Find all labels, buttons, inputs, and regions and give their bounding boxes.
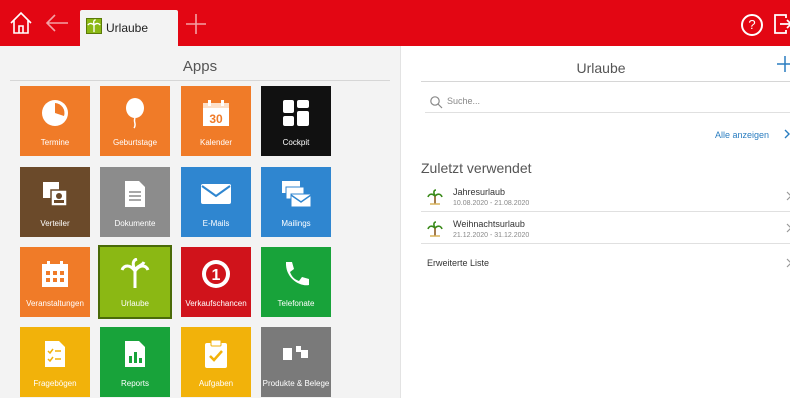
app-tile-veranstaltungen[interactable]: Veranstaltungen [20, 247, 90, 317]
contacts-stack-icon [20, 177, 90, 211]
top-bar: Urlaube ? [0, 0, 790, 46]
app-tile-label: Veranstaltungen [26, 299, 84, 308]
add-tab-icon[interactable] [184, 12, 208, 36]
app-tile-label: Telefonate [277, 299, 315, 308]
item-name: Jahresurlaub [453, 187, 506, 197]
app-tile-label: Geburtstage [112, 138, 158, 147]
detail-panel: Urlaube Suche... Alle anzeigen Zuletzt v… [400, 46, 790, 398]
circled-one-icon: 1 [181, 257, 251, 291]
envelope-icon [181, 177, 251, 211]
item-dates: 10.08.2020 - 21.08.2020 [453, 200, 530, 207]
home-icon[interactable] [8, 10, 34, 36]
search-placeholder: Suche... [447, 96, 481, 106]
svg-text:30: 30 [209, 112, 223, 126]
bar-chart-icon [100, 337, 170, 371]
app-tile-kalender[interactable]: 30 Kalender [181, 86, 251, 156]
search-icon [430, 96, 443, 109]
apps-panel: Apps Termine Geburtstage 30 Kalender Cockpit… [0, 46, 400, 398]
app-tile-label: Verkaufschancen [185, 299, 247, 308]
divider [10, 80, 390, 81]
search-input[interactable]: Suche... [425, 92, 790, 113]
app-tile-label: Produkte & Belege [262, 379, 330, 388]
item-name: Weihnachtsurlaub [453, 219, 525, 229]
app-tile-label: Mailings [281, 219, 311, 228]
add-icon[interactable] [776, 55, 790, 73]
list-item[interactable]: Jahresurlaub 10.08.2020 - 21.08.2020 [421, 184, 790, 212]
panel-title: Urlaube [576, 60, 626, 76]
logout-icon[interactable] [772, 12, 790, 36]
palm-tree-icon [86, 18, 102, 34]
extended-list-label: Erweiterte Liste [427, 258, 490, 268]
chevron-right-icon [786, 191, 790, 201]
app-tile-e-mails[interactable]: E-Mails [181, 167, 251, 237]
apps-title: Apps [182, 58, 218, 75]
app-tile-label: E-Mails [202, 219, 230, 228]
app-tile-telefonate[interactable]: Telefonate [261, 247, 331, 317]
recent-heading: Zuletzt verwendet [421, 160, 532, 176]
app-tile-urlaube[interactable]: Urlaube [98, 245, 172, 319]
document-icon [100, 177, 170, 211]
help-icon[interactable]: ? [741, 14, 763, 36]
event-calendar-icon [20, 257, 90, 291]
app-tile-verteiler[interactable]: Verteiler [20, 167, 90, 237]
app-tile-label: Termine [40, 138, 70, 147]
chevron-right-icon [786, 258, 790, 268]
app-tile-cockpit[interactable]: Cockpit [261, 86, 331, 156]
palm-tree-icon [100, 257, 170, 291]
pie-clock-icon [20, 96, 90, 130]
svg-text:1: 1 [212, 267, 221, 284]
extended-list-item[interactable]: Erweiterte Liste [421, 252, 790, 274]
app-tile-label: Dokumente [114, 219, 156, 228]
app-tile-label: Reports [120, 379, 149, 388]
tab-urlaube[interactable]: Urlaube [80, 10, 178, 46]
app-tile-termine[interactable]: Termine [20, 86, 90, 156]
search-underline [425, 112, 790, 113]
calendar-30-icon: 30 [181, 96, 251, 130]
app-tile-produkte-belege[interactable]: Produkte & Belege [261, 327, 331, 397]
chevron-right-icon[interactable] [782, 128, 790, 140]
app-tile-label: Urlaube [120, 299, 149, 308]
checklist-icon [20, 337, 90, 371]
app-tile-label: Kalender [199, 138, 233, 147]
tab-label: Urlaube [106, 21, 149, 35]
app-tile-dokumente[interactable]: Dokumente [100, 167, 170, 237]
app-tile-label: Fragebögen [33, 379, 77, 388]
back-arrow-icon[interactable] [44, 12, 70, 34]
products-icon [261, 337, 331, 371]
chevron-right-icon [786, 223, 790, 233]
app-tile-geburtstage[interactable]: Geburtstage [100, 86, 170, 156]
dashboard-grid-icon [261, 96, 331, 130]
balloon-icon [100, 96, 170, 130]
app-tile-aufgaben[interactable]: Aufgaben [181, 327, 251, 397]
app-tile-verkaufschancen[interactable]: 1 Verkaufschancen [181, 247, 251, 317]
app-tile-label: Cockpit [282, 138, 310, 147]
app-tile-label: Aufgaben [198, 379, 234, 388]
divider [421, 81, 790, 82]
envelopes-stack-icon [261, 177, 331, 211]
item-dates: 21.12.2020 - 31.12.2020 [453, 232, 530, 239]
app-tile-mailings[interactable]: Mailings [261, 167, 331, 237]
app-tile-reports[interactable]: Reports [100, 327, 170, 397]
palm-tree-icon [427, 189, 443, 205]
app-tile-label: Verteiler [40, 219, 70, 228]
show-all-link[interactable]: Alle anzeigen [715, 130, 769, 140]
palm-tree-icon [427, 221, 443, 237]
app-tile-fragebögen[interactable]: Fragebögen [20, 327, 90, 397]
phone-icon [261, 257, 331, 291]
list-item[interactable]: Weihnachtsurlaub 21.12.2020 - 31.12.2020 [421, 216, 790, 244]
clipboard-check-icon [181, 337, 251, 371]
